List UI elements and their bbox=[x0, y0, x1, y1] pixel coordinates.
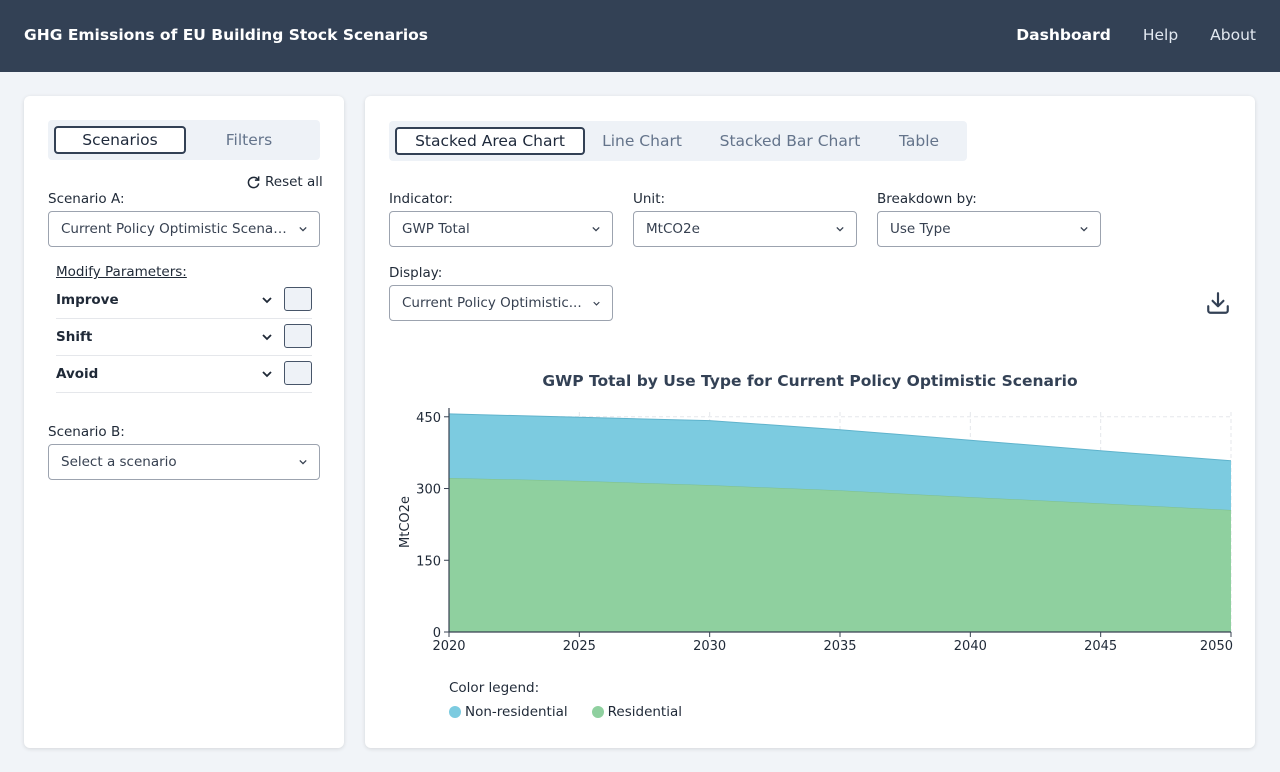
param-row-shift: Shift bbox=[56, 319, 312, 356]
param-improve-label: Improve bbox=[56, 292, 119, 308]
x-tick-label: 2035 bbox=[823, 639, 856, 654]
chevron-down-icon bbox=[299, 459, 307, 465]
chevron-down-icon[interactable] bbox=[262, 295, 272, 305]
sidebar-panel: Scenarios Filters Reset all Scenario A: … bbox=[24, 96, 344, 748]
tab-stacked-area-chart[interactable]: Stacked Area Chart bbox=[395, 127, 585, 155]
y-axis-label: MtCO2e bbox=[398, 496, 413, 548]
app-title: GHG Emissions of EU Building Stock Scena… bbox=[24, 26, 429, 44]
nav-dashboard[interactable]: Dashboard bbox=[1016, 26, 1111, 44]
nav-about[interactable]: About bbox=[1210, 26, 1256, 44]
x-tick-label: 2025 bbox=[563, 639, 596, 654]
modify-parameters-label: Modify Parameters: bbox=[56, 264, 187, 280]
reset-all-button[interactable]: Reset all bbox=[246, 174, 323, 190]
tab-filters[interactable]: Filters bbox=[184, 126, 314, 154]
chevron-down-icon[interactable] bbox=[262, 332, 272, 342]
display-value: Current Policy Optimistic... bbox=[402, 295, 582, 311]
legend-label: Color legend: bbox=[449, 680, 540, 696]
legend-item-residential[interactable]: Residential bbox=[591, 704, 683, 720]
y-tick-label: 150 bbox=[416, 554, 441, 569]
chevron-down-icon bbox=[593, 301, 600, 306]
tab-stacked-bar-chart[interactable]: Stacked Bar Chart bbox=[709, 127, 871, 155]
tab-line-chart[interactable]: Line Chart bbox=[589, 127, 695, 155]
legend-swatch-residential bbox=[591, 706, 604, 718]
sidebar-tabs: Scenarios Filters bbox=[48, 120, 320, 160]
legend-label-non-residential: Non-residential bbox=[465, 704, 568, 720]
unit-label: Unit: bbox=[633, 191, 666, 207]
x-tick-label: 2030 bbox=[693, 639, 726, 654]
chevron-down-icon bbox=[836, 226, 844, 232]
param-improve-toggle[interactable] bbox=[284, 287, 312, 311]
top-navbar: GHG Emissions of EU Building Stock Scena… bbox=[0, 0, 1280, 72]
chevron-down-icon bbox=[592, 226, 600, 232]
x-tick-label: 2040 bbox=[954, 639, 987, 654]
indicator-value: GWP Total bbox=[402, 221, 470, 237]
main-panel: Stacked Area Chart Line Chart Stacked Ba… bbox=[365, 96, 1255, 748]
param-row-avoid: Avoid bbox=[56, 356, 312, 393]
scenario-a-value: Current Policy Optimistic Scenario bbox=[61, 221, 289, 237]
unit-value: MtCO2e bbox=[646, 221, 700, 237]
display-label: Display: bbox=[389, 265, 443, 281]
param-shift-label: Shift bbox=[56, 329, 93, 345]
chart-title: GWP Total by Use Type for Current Policy… bbox=[542, 372, 1078, 390]
display-select[interactable]: Current Policy Optimistic... bbox=[389, 285, 613, 321]
y-tick-label: 0 bbox=[433, 626, 441, 641]
main-nav: Dashboard Help About bbox=[1016, 26, 1256, 44]
indicator-select[interactable]: GWP Total bbox=[389, 211, 613, 247]
reset-all-label: Reset all bbox=[265, 174, 323, 190]
nav-help[interactable]: Help bbox=[1143, 26, 1178, 44]
scenario-b-label: Scenario B: bbox=[48, 424, 125, 440]
scenario-a-label: Scenario A: bbox=[48, 191, 125, 207]
scenario-b-placeholder: Select a scenario bbox=[61, 454, 177, 470]
scenario-a-select[interactable]: Current Policy Optimistic Scenario bbox=[48, 211, 320, 247]
y-tick-label: 450 bbox=[416, 411, 441, 426]
chart-type-tabs: Stacked Area Chart Line Chart Stacked Ba… bbox=[389, 121, 967, 161]
y-tick-label: 300 bbox=[416, 483, 441, 498]
x-tick-label: 2045 bbox=[1084, 639, 1117, 654]
param-shift-toggle[interactable] bbox=[284, 324, 312, 348]
breakdown-label: Breakdown by: bbox=[877, 191, 977, 207]
param-avoid-label: Avoid bbox=[56, 366, 99, 382]
scenario-b-select[interactable]: Select a scenario bbox=[48, 444, 320, 480]
download-icon[interactable] bbox=[1205, 290, 1231, 316]
indicator-label: Indicator: bbox=[389, 191, 453, 207]
tab-scenarios[interactable]: Scenarios bbox=[54, 126, 186, 154]
unit-select[interactable]: MtCO2e bbox=[633, 211, 857, 247]
x-tick-label: 2050 bbox=[1200, 639, 1233, 654]
tab-table[interactable]: Table bbox=[883, 127, 955, 155]
chevron-down-icon[interactable] bbox=[262, 369, 272, 379]
legend-item-non-residential[interactable]: Non-residential bbox=[449, 704, 568, 720]
stacked-area-chart: 2020 2025 2030 2035 2040 2045 2050 0 150 300 450 Mt… bbox=[398, 408, 1233, 654]
refresh-icon bbox=[247, 175, 260, 188]
legend-swatch-non-residential bbox=[449, 706, 461, 718]
chevron-down-icon bbox=[1080, 226, 1088, 232]
param-avoid-toggle[interactable] bbox=[284, 361, 312, 385]
breakdown-select[interactable]: Use Type bbox=[877, 211, 1101, 247]
breakdown-value: Use Type bbox=[890, 221, 951, 237]
param-row-improve: Improve bbox=[56, 282, 312, 319]
x-tick-label: 2020 bbox=[432, 639, 465, 654]
chart-legend: Non-residential Residential bbox=[449, 704, 682, 720]
chevron-down-icon bbox=[299, 226, 307, 232]
legend-label-residential: Residential bbox=[607, 704, 683, 720]
